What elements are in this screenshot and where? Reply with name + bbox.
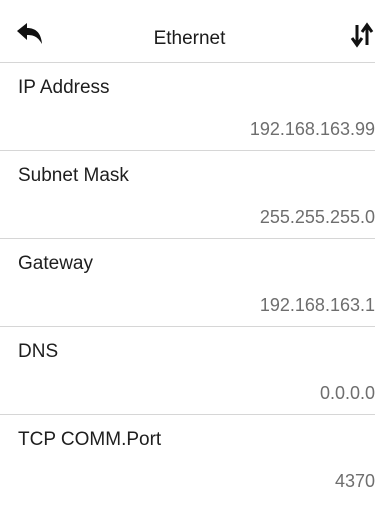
setting-value: 192.168.163.99 [249, 119, 375, 139]
page-title: Ethernet [153, 28, 226, 49]
setting-value: 4370 [334, 471, 375, 491]
setting-label: DNS [18, 341, 59, 362]
sort-button[interactable] [349, 22, 375, 48]
setting-label: Gateway [18, 253, 93, 274]
header-bar: Ethernet [0, 0, 379, 62]
setting-row-ip-address[interactable]: IP Address 192.168.163.99 [0, 62, 375, 150]
setting-value: 192.168.163.1 [259, 295, 375, 315]
ethernet-settings-screen: Ethernet IP Address 192.168.163.99 Subne… [0, 0, 379, 513]
setting-row-subnet-mask[interactable]: Subnet Mask 255.255.255.0 [0, 150, 375, 238]
setting-label: TCP COMM.Port [18, 429, 162, 450]
setting-row-dns[interactable]: DNS 0.0.0.0 [0, 326, 375, 414]
setting-label: IP Address [18, 77, 110, 98]
settings-list: IP Address 192.168.163.99 Subnet Mask 25… [0, 62, 379, 502]
setting-row-gateway[interactable]: Gateway 192.168.163.1 [0, 238, 375, 326]
setting-value: 0.0.0.0 [319, 383, 375, 403]
setting-label: Subnet Mask [18, 165, 129, 186]
sort-arrows-icon [350, 22, 374, 48]
setting-value: 255.255.255.0 [259, 207, 375, 227]
setting-row-tcp-comm-port[interactable]: TCP COMM.Port 4370 [0, 414, 375, 502]
